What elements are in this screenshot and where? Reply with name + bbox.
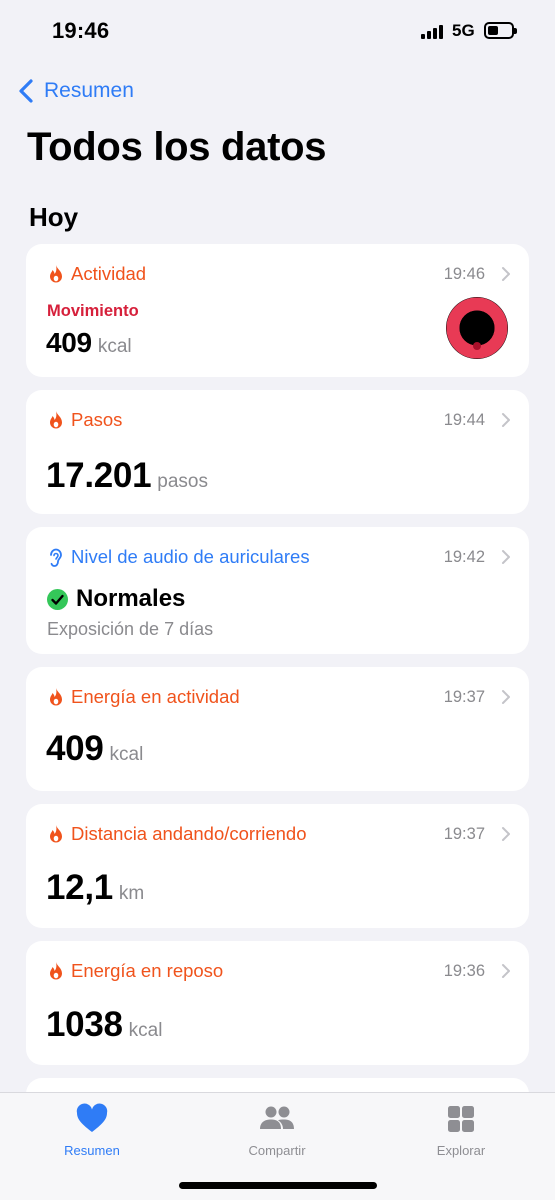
checkmark-circle-icon (47, 588, 68, 610)
resting-energy-value: 1038 (46, 1005, 123, 1044)
move-label: Movimiento (47, 302, 139, 320)
flame-icon (50, 411, 62, 429)
card-time: 19:46 (443, 264, 485, 283)
audio-status: Normales (76, 585, 186, 612)
card-title: Actividad (71, 263, 147, 284)
card-time: 19:36 (443, 961, 485, 980)
card-energia-reposo[interactable]: Energía en reposo 19:36 1038 kcal (26, 941, 529, 1065)
people-icon (260, 1106, 294, 1129)
steps-value: 17.201 (46, 456, 152, 495)
active-energy-unit: kcal (109, 744, 144, 765)
back-button-label: Resumen (44, 79, 134, 102)
resting-energy-unit: kcal (128, 1020, 163, 1041)
tab-label: Explorar (436, 1143, 486, 1158)
distance-unit: km (118, 883, 145, 904)
chevron-right-icon (502, 964, 510, 978)
audio-subtitle: Exposición de 7 días (47, 619, 214, 639)
chevron-left-icon (19, 79, 33, 103)
chevron-right-icon (502, 827, 510, 841)
activity-ring-icon (446, 297, 508, 359)
card-title: Energía en reposo (71, 960, 224, 981)
status-bar: 19:46 5G (0, 0, 555, 62)
steps-unit: pasos (157, 471, 208, 492)
flame-icon (50, 688, 62, 706)
flame-icon (50, 265, 62, 283)
flame-icon (50, 825, 62, 843)
chevron-right-icon (502, 267, 510, 281)
card-title: Distancia andando/corriendo (71, 823, 307, 844)
card-title: Energía en actividad (71, 686, 240, 707)
chevron-right-icon (502, 550, 510, 564)
network-type: 5G (452, 21, 475, 40)
grid-icon (448, 1106, 474, 1132)
move-value: 409 (46, 327, 92, 358)
card-time: 19:44 (443, 410, 485, 429)
card-time: 19:37 (443, 687, 485, 706)
distance-value: 12,1 (46, 868, 113, 907)
card-distancia[interactable]: Distancia andando/corriendo 19:37 12,1 k… (26, 804, 529, 928)
card-actividad[interactable]: Actividad 19:46 Movimiento 409 kcal (26, 244, 529, 377)
home-indicator[interactable] (179, 1182, 377, 1189)
tab-label: Resumen (64, 1143, 120, 1158)
page-title: Todos los datos (27, 125, 327, 169)
status-time: 19:46 (52, 18, 110, 43)
section-title-today: Hoy (29, 202, 79, 232)
tab-explorar[interactable]: Explorar (391, 1101, 531, 1158)
flame-icon (50, 962, 62, 980)
chevron-right-icon (502, 413, 510, 427)
tab-label: Compartir (248, 1143, 306, 1158)
card-audio-auriculares[interactable]: Nivel de audio de auriculares 19:42 Norm… (26, 527, 529, 654)
tab-resumen[interactable]: Resumen (22, 1101, 162, 1158)
chevron-right-icon (502, 690, 510, 704)
card-pasos[interactable]: Pasos 19:44 17.201 pasos (26, 390, 529, 514)
cellular-signal-icon (421, 25, 445, 39)
active-energy-value: 409 (46, 729, 104, 768)
card-title: Nivel de audio de auriculares (71, 546, 310, 567)
ear-icon (50, 548, 62, 567)
tab-compartir[interactable]: Compartir (207, 1101, 347, 1158)
move-unit: kcal (97, 336, 132, 357)
heart-icon (76, 1103, 108, 1132)
card-time: 19:42 (443, 547, 485, 566)
card-energia-actividad[interactable]: Energía en actividad 19:37 409 kcal (26, 667, 529, 791)
card-time: 19:37 (443, 824, 485, 843)
battery-icon (484, 22, 517, 39)
battery-level (488, 26, 498, 35)
back-button[interactable]: Resumen (16, 76, 134, 106)
card-title: Pasos (71, 409, 123, 430)
